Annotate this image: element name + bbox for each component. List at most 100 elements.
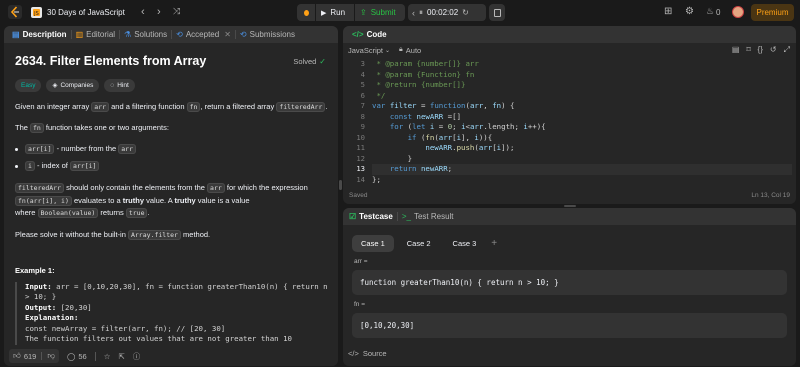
input-label: fn = [354, 301, 366, 308]
case-tab-3[interactable]: Case 3 [444, 235, 486, 252]
debug-button[interactable] [297, 4, 315, 21]
thumbs-up-icon: 👍︎ [13, 351, 21, 360]
star-icon[interactable]: ☆ [104, 352, 111, 361]
text: - number from the [54, 144, 119, 153]
bookmark-icon[interactable]: ⌑ [746, 45, 750, 55]
source-label: Source [362, 349, 387, 358]
notes-button[interactable] [489, 4, 505, 21]
comment-count: 56 [78, 351, 87, 361]
streak-fire-icon[interactable]: ♨ [706, 6, 714, 17]
like-count: 619 [23, 351, 37, 361]
companies-button[interactable]: ◈ Companies [46, 79, 100, 92]
share-icon[interactable]: ⇱ [118, 352, 124, 361]
description-panel: ▤ Description ▥ Editorial ⚗ Solutions ⟲ … [4, 26, 338, 366]
top-bar: JS 30 Days of JavaScript ‹ › ⤨ ▶ Run ⇪ S… [0, 0, 800, 25]
add-case-icon[interactable]: + [489, 238, 497, 249]
logo-icon[interactable] [8, 5, 22, 19]
inline-code: Array.filter [127, 229, 181, 240]
tab-solutions-label: Solutions [134, 30, 168, 39]
case-tab-2[interactable]: Case 2 [398, 235, 440, 252]
example-input-value: arr = [0,10,20,30], fn = function greate… [51, 281, 328, 291]
line-number-gutter: 3 4 5 6 7 8 9 10 11 12 13 14 [343, 59, 367, 185]
line-number: 9 [360, 122, 365, 131]
bold-text: truthy [122, 195, 144, 205]
code-panel: </> Code JavaScript ⌄ 🔒︎ Auto ▤ ⌑ {} ↺ ⤢… [343, 26, 796, 204]
case-tab-1[interactable]: Case 1 [352, 235, 394, 252]
premium-button[interactable]: Premium [751, 4, 794, 21]
editor-toolbar: JavaScript ⌄ 🔒︎ Auto ▤ ⌑ {} ↺ ⤢ [343, 43, 796, 57]
help-icon[interactable]: ⓘ [133, 351, 141, 362]
code-line: */ [372, 90, 386, 100]
braces-icon[interactable]: {} [758, 45, 763, 55]
source-button[interactable]: </> Source [348, 349, 387, 358]
hint-button[interactable]: ◌ Hint [104, 79, 135, 92]
reset-timer-icon[interactable]: ↻ [462, 8, 469, 17]
example-input-value-cont: > 10; } [25, 292, 57, 301]
inline-code: fn [30, 123, 44, 133]
next-problem-icon[interactable]: › [157, 6, 161, 18]
comments-button[interactable]: ◯ 56 [67, 352, 87, 361]
submit-label: Submit [370, 8, 396, 17]
prev-problem-icon[interactable]: ‹ [141, 6, 145, 18]
code-line: const newARR =[] [389, 111, 462, 121]
bullet-icon [15, 147, 18, 151]
thumbs-down-icon[interactable]: 👎︎ [47, 351, 55, 361]
vertical-resize-handle[interactable] [339, 180, 342, 190]
line-number: 4 [360, 69, 365, 79]
tab-submissions-label: Submissions [249, 30, 295, 39]
example-title: Example 1: [15, 265, 55, 275]
line-number: 7 [360, 101, 365, 110]
history-icon: ⟲ [176, 30, 183, 39]
inline-code: arr[i] [69, 161, 100, 171]
problem-title[interactable]: 2634. Filter Elements from Array [15, 54, 206, 67]
code-line: * @param {Function} fn [372, 69, 475, 79]
problem-list-title[interactable]: 30 Days of JavaScript [47, 8, 125, 17]
notes-icon[interactable]: ▤ [732, 45, 740, 55]
language-select[interactable]: JavaScript ⌄ [348, 46, 390, 55]
line-number: 14 [356, 174, 365, 184]
divider [94, 351, 96, 361]
tab-code[interactable]: </> Code [348, 26, 391, 43]
text: for which the expression [224, 183, 308, 192]
avatar[interactable] [732, 6, 744, 18]
submit-button[interactable]: ⇪ Submit [355, 4, 405, 21]
collapse-timer-icon[interactable]: ‹ [412, 8, 415, 18]
testcase-input-1[interactable]: function greaterThan10(n) { return n > 1… [352, 270, 787, 295]
code-tabbar: </> Code [343, 26, 796, 43]
layout-grid-icon[interactable]: ⊞ [664, 6, 672, 17]
shuffle-icon[interactable]: ⤨ [173, 6, 180, 17]
pause-icon[interactable]: ⏸ [419, 8, 423, 18]
flask-icon: ⚗ [124, 30, 132, 39]
tag-row: Easy ◈ Companies ◌ Hint [15, 79, 331, 92]
tab-description[interactable]: ▤ Description [8, 26, 71, 43]
tab-solutions[interactable]: ⚗ Solutions [120, 26, 171, 43]
inline-code: arr[i] [25, 144, 55, 154]
input-label: arr = [354, 258, 368, 265]
upload-icon: ⇪ [360, 8, 367, 17]
tab-accepted[interactable]: ⟲ Accepted ✕ [172, 26, 235, 43]
problem-list-icon[interactable]: JS [31, 7, 42, 18]
close-icon[interactable]: ✕ [224, 30, 231, 39]
tab-submissions[interactable]: ⟲ Submissions [236, 26, 299, 43]
autocomplete-mode[interactable]: Auto [406, 46, 421, 55]
horizontal-resize-handle[interactable] [564, 205, 576, 207]
description-paragraph: Please solve it without the built-in Arr… [15, 229, 331, 241]
tab-testcase[interactable]: ☑ Testcase [345, 208, 397, 225]
testcase-input-2[interactable]: [0,10,20,30] [352, 313, 787, 338]
testcase-tabbar: ☑ Testcase >_ Test Result [343, 208, 796, 225]
testcase-input-value: [0,10,20,30] [360, 321, 415, 330]
text: returns [98, 208, 126, 217]
settings-gear-icon[interactable]: ⚙ [685, 6, 694, 17]
inline-code: Boolean(value) [37, 208, 99, 218]
text: . [325, 102, 328, 111]
reset-icon[interactable]: ↺ [770, 45, 777, 55]
tab-editorial[interactable]: ▥ Editorial [72, 26, 119, 43]
code-content[interactable]: * @param {number[]} arr * @param {Functi… [372, 59, 792, 185]
run-button[interactable]: ▶ Run [316, 4, 354, 21]
code-editor[interactable]: 3 4 5 6 7 8 9 10 11 12 13 14 * @param {number[]} ar… [343, 59, 796, 185]
bullet-icon [15, 164, 18, 168]
expand-icon[interactable]: ⤢ [784, 45, 790, 55]
tab-test-result[interactable]: >_ Test Result [398, 208, 458, 225]
cursor-position: Ln 13, Col 19 [751, 191, 790, 199]
like-button[interactable]: 👍︎ 619 👎︎ [9, 349, 59, 363]
